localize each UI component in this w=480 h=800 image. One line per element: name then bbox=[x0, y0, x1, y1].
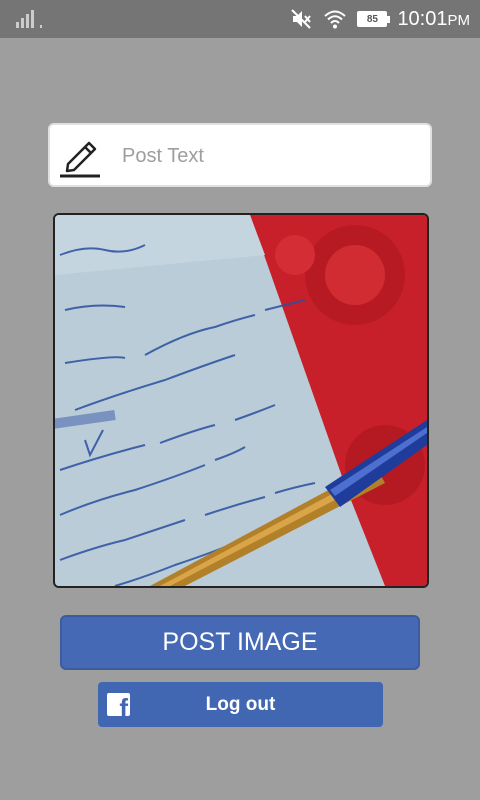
status-bar: 85 10:01PM bbox=[0, 0, 480, 38]
pencil-icon bbox=[60, 141, 100, 178]
notes-photo-icon bbox=[55, 215, 427, 586]
post-image-button[interactable]: POST IMAGE bbox=[60, 615, 420, 670]
clock-ampm: PM bbox=[447, 11, 471, 29]
facebook-logout-button[interactable]: f Log out bbox=[98, 682, 383, 727]
mute-icon bbox=[291, 9, 312, 29]
signal-icon bbox=[16, 10, 42, 28]
post-image bbox=[53, 213, 429, 588]
wifi-icon bbox=[324, 10, 347, 29]
clock-time: 10:01 bbox=[397, 7, 448, 30]
logout-label: Log out bbox=[205, 694, 276, 715]
post-text-field[interactable] bbox=[48, 123, 432, 187]
post-text-input[interactable] bbox=[120, 135, 414, 177]
battery-level: 85 bbox=[366, 13, 378, 25]
clock: 10:01PM bbox=[397, 8, 470, 31]
battery-icon: 85 bbox=[357, 11, 391, 27]
